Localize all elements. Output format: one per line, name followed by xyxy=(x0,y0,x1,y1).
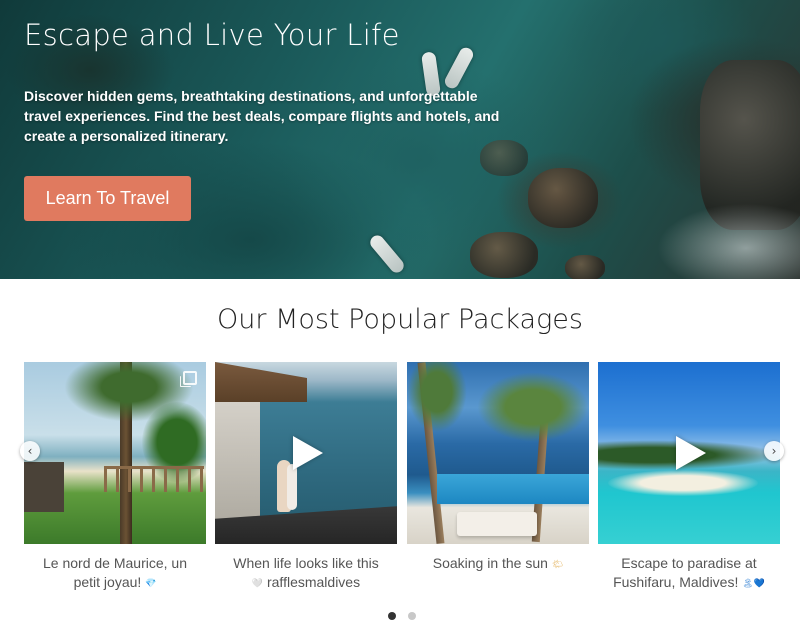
package-caption: When life looks like this 🤍 rafflesmaldi… xyxy=(215,554,397,593)
island-emoji: 🏝💙 xyxy=(742,577,765,588)
hero-wave-spray xyxy=(650,200,800,279)
palm-fronds xyxy=(407,362,467,432)
chevron-right-icon[interactable]: › xyxy=(764,441,784,461)
learn-to-travel-button[interactable]: Learn To Travel xyxy=(24,176,191,221)
package-card[interactable]: Escape to paradise at Fushifaru, Maldive… xyxy=(598,362,780,593)
gallery-icon xyxy=(180,371,197,387)
play-icon[interactable] xyxy=(293,436,323,470)
package-image[interactable] xyxy=(24,362,206,544)
package-card[interactable]: Le nord de Maurice, un petit joyau! 💎 xyxy=(24,362,206,593)
wooden-fence xyxy=(104,466,204,492)
caption-text: Le nord de Maurice, un petit joyau! xyxy=(43,555,187,590)
couple-figure xyxy=(287,464,297,510)
palm-fronds xyxy=(477,372,589,442)
caption-text: When life looks like this xyxy=(233,555,379,571)
hero-title: Escape and Live Your Life xyxy=(24,18,400,52)
hero-description: Discover hidden gems, breathtaking desti… xyxy=(24,88,500,144)
hero-rock xyxy=(528,168,598,228)
heart-emoji: 🤍 xyxy=(251,577,264,588)
gem-emoji: 💎 xyxy=(145,577,157,588)
stone-wall xyxy=(24,462,64,512)
sandbank xyxy=(608,470,758,496)
caption-text: Escape to paradise at Fushifaru, Maldive… xyxy=(613,555,757,590)
package-card[interactable]: Soaking in the sun 🌤 xyxy=(407,362,589,574)
pagination-dot-2[interactable] xyxy=(408,612,416,620)
caption-text: Soaking in the sun xyxy=(432,555,548,571)
package-caption: Escape to paradise at Fushifaru, Maldive… xyxy=(598,554,780,593)
package-video-thumbnail[interactable] xyxy=(215,362,397,544)
package-card[interactable]: When life looks like this 🤍 rafflesmaldi… xyxy=(215,362,397,593)
package-image[interactable] xyxy=(407,362,589,544)
package-video-thumbnail[interactable] xyxy=(598,362,780,544)
paddleboard-image xyxy=(442,45,476,91)
paddleboard-image xyxy=(367,232,407,276)
caption-handle: rafflesmaldives xyxy=(266,574,361,590)
hero-rock xyxy=(565,255,605,279)
hero-banner: Escape and Live Your Life Discover hidde… xyxy=(0,0,800,279)
package-caption: Le nord de Maurice, un petit joyau! 💎 xyxy=(24,554,206,593)
sun-lounger xyxy=(457,512,537,536)
thatched-roof xyxy=(215,362,307,402)
section-title: Our Most Popular Packages xyxy=(217,304,583,335)
chevron-left-icon[interactable]: ‹ xyxy=(20,441,40,461)
play-icon[interactable] xyxy=(676,436,706,470)
package-caption: Soaking in the sun 🌤 xyxy=(407,554,589,574)
infinity-pool xyxy=(437,474,589,504)
sun-emoji: 🌤 xyxy=(551,558,564,569)
pagination-dot-1[interactable] xyxy=(388,612,396,620)
hero-rock xyxy=(470,232,538,278)
